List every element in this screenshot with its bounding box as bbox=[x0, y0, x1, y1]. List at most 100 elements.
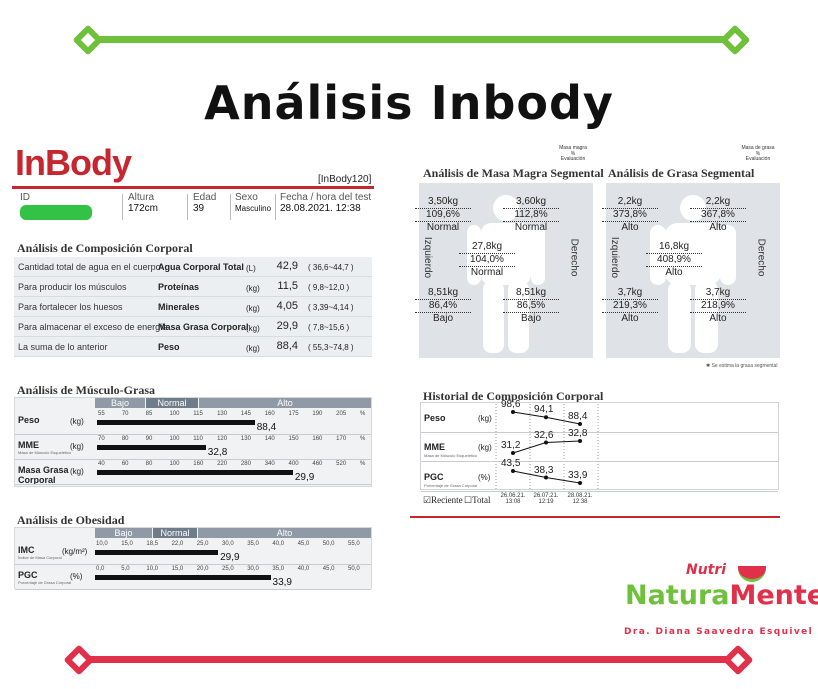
bar-value: 33,9 bbox=[272, 577, 292, 588]
row-range: ( 7,8~15,6 ) bbox=[308, 323, 350, 332]
tick-label: 25,0 bbox=[222, 566, 234, 572]
history-panel bbox=[420, 402, 779, 490]
side-right-label: Derecho bbox=[568, 238, 580, 277]
info-divider bbox=[230, 194, 231, 220]
row-divider bbox=[15, 459, 371, 460]
seg-trunk-pct: 104,0% bbox=[470, 254, 504, 265]
history-value: 98,6 bbox=[501, 399, 521, 410]
sex-cell: Sexo Masculino bbox=[235, 192, 272, 213]
history-value: 31,2 bbox=[501, 440, 521, 451]
tick-label: 40 bbox=[98, 461, 105, 467]
brand-nutri: Nutri bbox=[686, 562, 727, 578]
row-name: Agua Corporal Total bbox=[158, 262, 244, 272]
tick-label: 220 bbox=[217, 461, 228, 467]
bar-value: 29,9 bbox=[294, 472, 315, 483]
tick-label: 110 bbox=[193, 436, 203, 442]
info-divider bbox=[275, 194, 276, 220]
bar-row-unit: (kg) bbox=[70, 467, 84, 476]
history-row-unit: (kg) bbox=[478, 414, 492, 423]
history-row-sub: Masa de Músculo Esquelético bbox=[424, 453, 478, 458]
bar-row-label: Peso bbox=[18, 415, 40, 425]
seg-left-arm-eval: Alto bbox=[621, 222, 639, 233]
side-left-label: Izquierdo bbox=[422, 236, 434, 279]
bar-row-label: PGC bbox=[18, 570, 38, 580]
bar-row-label: MME bbox=[18, 440, 39, 450]
row-description: La suma de lo anterior bbox=[18, 342, 108, 352]
history-date-time: 13:08 bbox=[505, 499, 521, 505]
band-high: Alto bbox=[199, 398, 371, 408]
date-cell: Fecha / hora del test 28.08.2021. 12:38 bbox=[280, 192, 372, 214]
row-value: 88,4 bbox=[276, 340, 298, 352]
row-value: 11,5 bbox=[277, 280, 298, 292]
id-cell: ID bbox=[20, 192, 30, 203]
info-divider bbox=[187, 194, 188, 220]
seg-trunk-eval: Normal bbox=[470, 267, 504, 278]
tick-label: 15,0 bbox=[121, 541, 133, 547]
tick-label: 55 bbox=[98, 411, 105, 417]
tick-label: 5,0 bbox=[121, 566, 130, 572]
tick-label: 10,0 bbox=[96, 541, 108, 547]
history-date: 28.08.21. 12:38 bbox=[564, 493, 596, 505]
bar-value: 32,8 bbox=[207, 447, 228, 458]
row-divider bbox=[15, 589, 371, 590]
history-date-time: 12:19 bbox=[538, 499, 554, 505]
bar-row-sub: Índice de Masa Corporal bbox=[18, 555, 62, 560]
lean-seg-title: Análisis de Masa Magra Segmental bbox=[423, 166, 604, 180]
seg-right-arm-eval: Normal bbox=[514, 222, 548, 233]
tick-label: 35,0 bbox=[247, 541, 259, 547]
side-left-label: Izquierdo bbox=[609, 236, 621, 279]
tick-label: % bbox=[360, 461, 366, 467]
history-row-divider bbox=[421, 491, 778, 492]
row-name: Masa Grasa Corporal bbox=[158, 322, 249, 332]
seg-right-arm-pct: 367,8% bbox=[701, 209, 735, 220]
tick-label: 100 bbox=[169, 436, 180, 442]
history-row-sub: Porcentaje de Grasa Corporal bbox=[424, 483, 478, 488]
info-divider bbox=[122, 194, 123, 220]
bar-row-label: Masa Grasa bbox=[18, 465, 69, 475]
row-name: Peso bbox=[158, 342, 180, 352]
brand-tagline: Dra. Diana Saavedra Esquivel bbox=[624, 627, 814, 637]
history-date-time: 12:38 bbox=[572, 499, 588, 505]
tick-label: % bbox=[360, 411, 366, 417]
value-bar bbox=[97, 470, 293, 475]
composition-row: Cantidad total de agua en el cuerpo Agua … bbox=[14, 257, 372, 277]
row-value: 42,9 bbox=[276, 260, 298, 272]
history-row-label: Peso bbox=[424, 413, 446, 423]
recent-option[interactable]: ☑Reciente bbox=[423, 495, 463, 506]
tick-label: 50,0 bbox=[348, 566, 360, 572]
row-unit: (kg) bbox=[246, 304, 260, 313]
row-value: 4,05 bbox=[276, 300, 298, 312]
tick-label: 460 bbox=[312, 461, 323, 467]
fat-legend: Masa de grasa% Evaluación bbox=[741, 145, 775, 162]
lean-legend: Masa magra% Evaluación bbox=[559, 145, 587, 162]
tick-label: 120 bbox=[217, 436, 228, 442]
total-option[interactable]: ☐Total bbox=[464, 495, 490, 506]
bar-ticks: 0,0 5,0 10,0 15,0 20,0 25,0 30,0 35,0 40,0 45,0 50… bbox=[96, 566, 360, 574]
tick-label: 70 bbox=[98, 436, 105, 442]
tick-label: 15,0 bbox=[171, 566, 184, 572]
bar-ticks: 10,0 15,0 18,5 22,0 25,0 30,0 35,0 40,0 45,0 50,0… bbox=[96, 541, 360, 549]
obesity-title: Análisis de Obesidad bbox=[17, 513, 125, 527]
bar-row-unit: (kg/m²) bbox=[62, 547, 88, 556]
bar-row-unit: (kg) bbox=[70, 442, 84, 451]
seg-left-leg-eval: Bajo bbox=[432, 313, 453, 324]
tick-label: 340 bbox=[264, 461, 275, 467]
band-low: Bajo bbox=[95, 528, 152, 538]
tick-label: 80 bbox=[121, 436, 129, 442]
bar-row-sub: Porcentaje de Grasa Corporal bbox=[18, 580, 72, 585]
value-bar bbox=[97, 420, 255, 425]
band-high: Alto bbox=[198, 528, 371, 538]
bar-row-unit: (kg) bbox=[70, 417, 84, 426]
row-name: Proteínas bbox=[158, 282, 200, 292]
history-bottom-rule bbox=[410, 516, 780, 518]
seg-left-arm-eval: Normal bbox=[426, 222, 460, 233]
composition-row: Para fortalecer los huesos Minerales (kg) 4… bbox=[14, 297, 372, 317]
history-value: 32,6 bbox=[534, 429, 554, 441]
history-value: 33,9 bbox=[568, 470, 588, 481]
height-cell: Altura 172cm bbox=[128, 192, 159, 214]
tick-label: 10,0 bbox=[146, 566, 159, 572]
seg-right-leg-kg: 3,7kg bbox=[705, 287, 731, 298]
tick-label: % bbox=[360, 436, 366, 442]
band-normal: Normal bbox=[146, 398, 198, 408]
row-divider bbox=[15, 484, 371, 485]
